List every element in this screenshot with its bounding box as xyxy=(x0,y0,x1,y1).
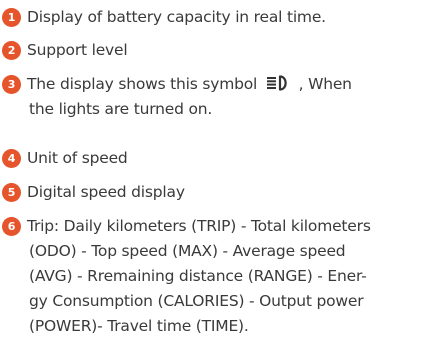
item-text: Digital speed display xyxy=(27,183,185,201)
item-text-continued: gy Consumption (CALORIES) - Output power xyxy=(29,292,364,310)
item-text: Display of battery capacity in real time… xyxy=(27,8,326,26)
number-badge: 6 xyxy=(2,217,21,236)
number-badge: 4 xyxy=(2,149,21,168)
number-badge: 1 xyxy=(2,8,21,27)
list-item-4: 4 Unit of speed xyxy=(2,146,440,171)
instruction-list: 1 Display of battery capacity in real tim… xyxy=(0,0,444,360)
list-item-6: 6 Trip: Daily kilometers (TRIP) - Total k… xyxy=(2,214,440,339)
item-text-continued: (POWER)- Travel time (TIME). xyxy=(29,317,249,335)
item-text: , When xyxy=(298,75,352,93)
item-text: The display shows this symbol xyxy=(27,75,258,93)
item-text: Trip: Daily kilometers (TRIP) - Total ki… xyxy=(27,217,371,235)
item-text-continued: the lights are turned on. xyxy=(29,100,213,118)
number-badge: 5 xyxy=(2,183,21,202)
list-item-1: 1 Display of battery capacity in real tim… xyxy=(2,5,440,30)
list-item-3: 3 The display shows this symbol , When th… xyxy=(2,72,440,122)
item-text-continued: (AVG) - Rremaining distance (RANGE) - En… xyxy=(29,267,367,285)
headlight-icon xyxy=(266,75,287,91)
list-item-5: 5 Digital speed display xyxy=(2,180,440,205)
item-text: Unit of speed xyxy=(27,149,128,167)
item-text-continued: (ODO) - Top speed (MAX) - Average speed xyxy=(29,242,346,260)
item-text: Support level xyxy=(27,41,128,59)
number-badge: 3 xyxy=(2,75,21,94)
number-badge: 2 xyxy=(2,41,21,60)
list-item-2: 2 Support level xyxy=(2,38,440,63)
